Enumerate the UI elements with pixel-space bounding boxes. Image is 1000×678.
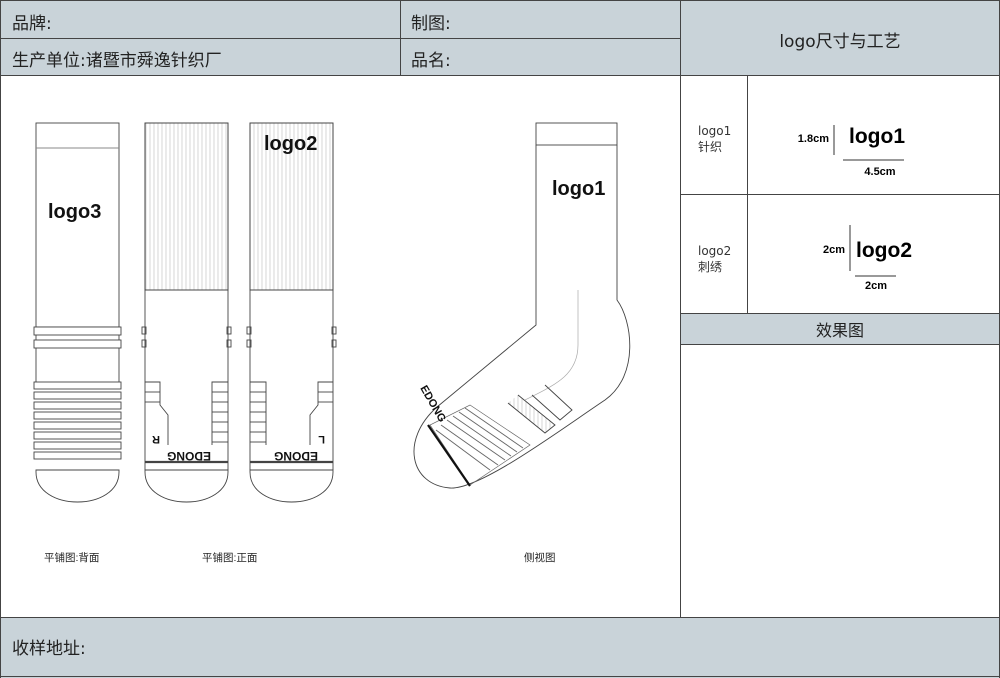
effect-bottom-line bbox=[680, 344, 1000, 345]
caption-back: 平铺图:背面 bbox=[44, 551, 99, 564]
side-sole-text: EDONG bbox=[417, 384, 448, 425]
header-col-divider bbox=[400, 0, 401, 76]
logo2-dimension-diagram: 2cm logo2 2cm bbox=[823, 225, 912, 292]
border-bottom bbox=[0, 676, 1000, 677]
footer-bar bbox=[0, 617, 1000, 678]
header-mid-line bbox=[0, 38, 680, 39]
back-logo-text: logo3 bbox=[48, 201, 101, 223]
main-col-divider bbox=[680, 0, 681, 617]
logo2-name: logo2 bbox=[698, 244, 732, 258]
logo2-spec-name: logo2 刺绣 bbox=[698, 243, 731, 275]
producer-label: 生产单位:诸暨市舜逸针织厂 bbox=[12, 51, 222, 71]
logo2-preview-text: logo2 bbox=[856, 239, 912, 262]
drawer-label: 制图: bbox=[411, 14, 451, 34]
spec-row-divider bbox=[680, 194, 1000, 195]
logo-spec-title: logo尺寸与工艺 bbox=[779, 32, 901, 52]
logo1-dimension-diagram: 1.8cm logo1 4.5cm bbox=[798, 125, 905, 178]
caption-front: 平铺图:正面 bbox=[202, 551, 257, 564]
product-name-label: 品名: bbox=[411, 51, 451, 71]
caption-side: 侧视图 bbox=[524, 551, 556, 564]
left-mark: L bbox=[318, 433, 325, 445]
side-logo-text: logo1 bbox=[552, 178, 605, 200]
sock-back-view bbox=[33, 122, 122, 503]
logo1-process: 针织 bbox=[698, 140, 723, 154]
logo1-height-label: 1.8cm bbox=[798, 133, 829, 145]
logo2-width-label: 2cm bbox=[865, 280, 887, 292]
effect-top-line bbox=[680, 313, 1000, 314]
front-right-sole-text: EDONG bbox=[167, 449, 211, 463]
logo1-width-label: 4.5cm bbox=[864, 166, 895, 178]
logo1-spec-name: logo1 针织 bbox=[698, 123, 731, 155]
footer-top-line bbox=[0, 617, 1000, 618]
right-mark: R bbox=[152, 433, 160, 445]
border-top bbox=[0, 0, 1000, 1]
effect-title: 效果图 bbox=[815, 321, 864, 340]
front-logo-text: logo2 bbox=[264, 133, 317, 155]
address-label: 收样地址: bbox=[12, 639, 86, 659]
sock-drawings: logo3 EDONG R logo2 EDONG L logo1 EDONG … bbox=[33, 122, 631, 564]
brand-label: 品牌: bbox=[12, 14, 52, 34]
logo1-preview-text: logo1 bbox=[849, 125, 905, 148]
logo1-name: logo1 bbox=[698, 124, 732, 138]
spec-inner-divider bbox=[747, 76, 748, 313]
logo2-process: 刺绣 bbox=[698, 260, 723, 274]
front-left-sole-text: EDONG bbox=[274, 449, 318, 463]
logo2-height-label: 2cm bbox=[823, 244, 845, 256]
